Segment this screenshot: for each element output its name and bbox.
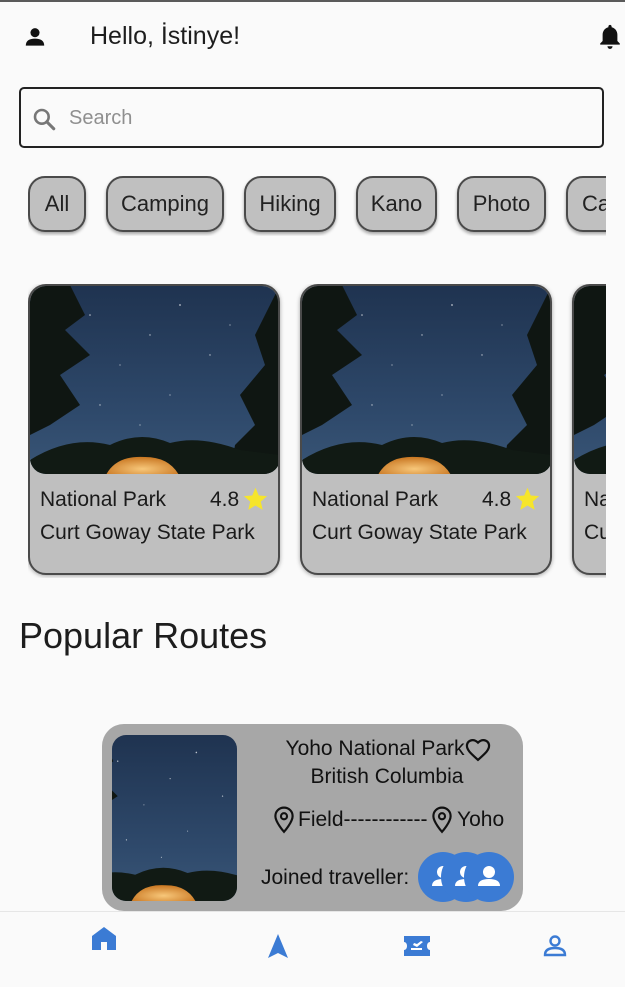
search-input[interactable] bbox=[67, 89, 591, 148]
route-subtitle: British Columbia bbox=[310, 765, 464, 788]
place-type: Na bbox=[584, 488, 606, 511]
header: Hello, İstinye! bbox=[0, 14, 625, 62]
chip-hiking[interactable]: Hiking bbox=[244, 176, 336, 232]
avatar bbox=[464, 852, 514, 902]
place-name: Cu bbox=[584, 521, 606, 544]
joined-label: Joined traveller: bbox=[261, 866, 410, 889]
chip-camping[interactable]: Camping bbox=[106, 176, 224, 232]
chip-partial[interactable]: Ca bbox=[566, 176, 606, 232]
profile-icon bbox=[543, 935, 567, 957]
nav-profile[interactable] bbox=[525, 912, 585, 978]
place-type: National Park bbox=[40, 488, 167, 511]
place-card[interactable]: Na Cu bbox=[572, 284, 606, 575]
status-divider bbox=[0, 0, 625, 2]
place-image bbox=[302, 286, 550, 474]
section-title: Popular Routes bbox=[19, 615, 268, 656]
category-chips: All Camping Hiking Kano Photo Ca bbox=[28, 176, 606, 236]
chip-all[interactable]: All bbox=[28, 176, 86, 232]
star-icon bbox=[515, 487, 540, 510]
nav-tickets[interactable] bbox=[387, 912, 447, 978]
place-cards: National Park 4.8 Curt Goway State Park … bbox=[28, 284, 606, 578]
chip-photo[interactable]: Photo bbox=[457, 176, 546, 232]
nav-home[interactable] bbox=[74, 912, 134, 978]
heart-icon[interactable] bbox=[464, 736, 492, 764]
location-pin-icon bbox=[432, 806, 452, 834]
place-card[interactable]: National Park 4.8 Curt Goway State Park bbox=[300, 284, 552, 575]
route-from: Field------------ bbox=[298, 808, 428, 831]
place-image bbox=[30, 286, 278, 474]
place-name: Curt Goway State Park bbox=[40, 521, 255, 544]
route-to: Yoho bbox=[457, 808, 505, 831]
person-icon bbox=[478, 866, 500, 886]
route-card[interactable]: Yoho National Park British Columbia Fiel… bbox=[102, 724, 523, 911]
chip-kano[interactable]: Kano bbox=[356, 176, 437, 232]
location-pin-icon bbox=[274, 806, 294, 834]
route-image bbox=[112, 735, 237, 901]
route-title: Yoho National Park bbox=[285, 737, 465, 760]
search-bar[interactable] bbox=[19, 87, 604, 148]
greeting-text: Hello, İstinye! bbox=[90, 22, 241, 50]
place-image bbox=[574, 286, 606, 474]
nav-navigation[interactable] bbox=[248, 912, 308, 978]
ticket-icon bbox=[404, 936, 430, 956]
search-icon bbox=[33, 108, 56, 131]
bottom-navigation bbox=[0, 911, 625, 978]
star-icon bbox=[243, 487, 268, 510]
bell-icon[interactable] bbox=[596, 22, 624, 52]
place-rating: 4.8 bbox=[482, 488, 512, 511]
person-icon[interactable] bbox=[22, 24, 48, 50]
place-card[interactable]: National Park 4.8 Curt Goway State Park bbox=[28, 284, 280, 575]
place-rating: 4.8 bbox=[210, 488, 240, 511]
place-name: Curt Goway State Park bbox=[312, 521, 527, 544]
place-type: National Park bbox=[312, 488, 439, 511]
home-icon bbox=[92, 927, 116, 950]
navigation-icon bbox=[268, 934, 288, 958]
